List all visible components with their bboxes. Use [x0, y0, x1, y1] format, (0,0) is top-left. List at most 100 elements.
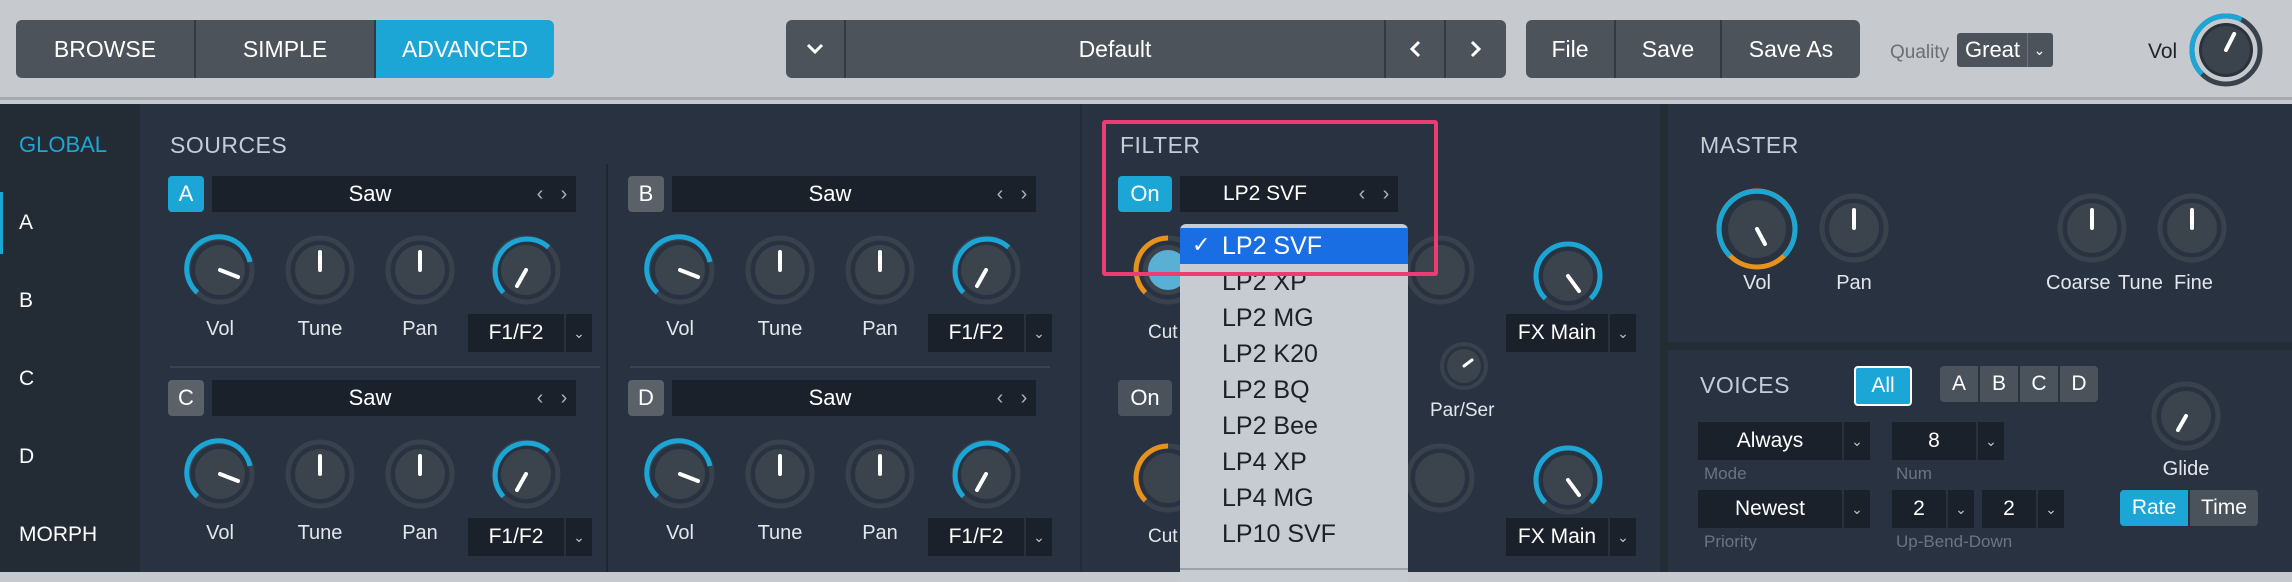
source-b-routing-knob[interactable] — [946, 230, 1026, 310]
filter-2-cutoff-label: Cut — [1148, 526, 1178, 547]
voice-mode-select[interactable]: Always ⌄ — [1698, 422, 1870, 460]
source-a-routing-select[interactable]: F1/F2 ⌄ — [468, 314, 592, 352]
source-a-routing-knob[interactable] — [486, 230, 566, 310]
source-b-pan-knob[interactable] — [840, 230, 920, 310]
source-c-tune-knob[interactable] — [280, 434, 360, 514]
rate-button[interactable]: Rate — [2120, 490, 2188, 526]
down-bend-select[interactable]: 2 ⌄ — [1982, 490, 2064, 528]
voices-b-button[interactable]: B — [1980, 366, 2018, 402]
source-d-routing-knob[interactable] — [946, 434, 1026, 514]
dropdown-option[interactable]: LP2 K20 — [1180, 336, 1408, 372]
filter-1-fx-value: FX Main — [1517, 321, 1597, 344]
quality-select[interactable]: Great ⌄ — [1957, 33, 2053, 67]
chevron-down-icon: ⌄ — [564, 314, 592, 352]
preset-menu-button[interactable] — [786, 20, 846, 78]
source-b-routing-select[interactable]: F1/F2 ⌄ — [928, 314, 1052, 352]
glide-label: Glide — [2162, 458, 2210, 480]
source-c-badge[interactable]: C — [168, 380, 204, 416]
up-bend-select[interactable]: 2 ⌄ — [1892, 490, 1974, 528]
master-volume-knob[interactable] — [2186, 10, 2266, 90]
preset-next-button[interactable] — [1446, 20, 1506, 78]
preset-prev-button[interactable] — [1386, 20, 1446, 78]
source-a-vol-knob[interactable] — [180, 230, 260, 310]
browse-button[interactable]: BROWSE — [16, 20, 196, 78]
chevron-down-icon: ⌄ — [1976, 422, 2004, 460]
source-a-tune-knob[interactable] — [280, 230, 360, 310]
chevron-right-icon[interactable]: › — [552, 183, 576, 206]
voices-all-button[interactable]: All — [1854, 366, 1912, 406]
source-b-tune-knob[interactable] — [740, 230, 820, 310]
master-fine-knob[interactable] — [2152, 188, 2232, 268]
voice-priority-label: Priority — [1704, 532, 1757, 551]
advanced-button[interactable]: ADVANCED — [376, 20, 554, 78]
source-c-pan-knob[interactable] — [380, 434, 460, 514]
voices-a-button[interactable]: A — [1940, 366, 1978, 402]
filter-1-fx-knob[interactable] — [1528, 236, 1608, 316]
chevron-down-icon — [806, 43, 824, 55]
nav-d[interactable]: D — [0, 426, 136, 488]
source-c-routing-value: F1/F2 — [488, 525, 544, 548]
file-button[interactable]: File — [1526, 20, 1616, 78]
chevron-right-icon[interactable]: › — [1012, 387, 1036, 410]
par-ser-knob[interactable] — [1436, 338, 1492, 394]
preset-name[interactable]: Default — [846, 20, 1386, 78]
glide-knob[interactable] — [2146, 376, 2226, 456]
filter-2-fx-knob[interactable] — [1528, 440, 1608, 520]
filter-2-fx-select[interactable]: FX Main ⌄ — [1506, 518, 1636, 556]
source-c-vol-knob[interactable] — [180, 434, 260, 514]
dropdown-option[interactable]: LP10 SVF — [1180, 516, 1408, 552]
dropdown-option[interactable]: LP4 XP — [1180, 444, 1408, 480]
source-d-routing-select[interactable]: F1/F2 ⌄ — [928, 518, 1052, 556]
dropdown-option[interactable]: LP2 BQ — [1180, 372, 1408, 408]
filter-1-fx-select[interactable]: FX Main ⌄ — [1506, 314, 1636, 352]
chevron-left-icon[interactable]: ‹ — [528, 387, 552, 410]
source-d-wave-select[interactable]: Saw ‹ › — [672, 380, 1036, 416]
voice-num-select[interactable]: 8 ⌄ — [1892, 422, 2004, 460]
source-d-vol-knob[interactable] — [640, 434, 720, 514]
save-button[interactable]: Save — [1616, 20, 1722, 78]
chevron-left-icon[interactable]: ‹ — [988, 387, 1012, 410]
source-c-wave-select[interactable]: Saw ‹ › — [212, 380, 576, 416]
master-coarse-knob[interactable] — [2052, 188, 2132, 268]
nav-morph[interactable]: MORPH — [0, 504, 136, 566]
dropdown-option[interactable]: LP2 MG — [1180, 300, 1408, 336]
master-pan-knob[interactable] — [1814, 188, 1894, 268]
simple-button[interactable]: SIMPLE — [196, 20, 376, 78]
source-c-tune-label: Tune — [297, 522, 343, 544]
source-a-routing-value: F1/F2 — [488, 321, 544, 344]
voice-priority-select[interactable]: Newest ⌄ — [1698, 490, 1870, 528]
chevron-left-icon[interactable]: ‹ — [988, 183, 1012, 206]
source-c-routing-select[interactable]: F1/F2 ⌄ — [468, 518, 592, 556]
nav-c[interactable]: C — [0, 348, 136, 410]
voices-c-button[interactable]: C — [2020, 366, 2058, 402]
source-d-tune-knob[interactable] — [740, 434, 820, 514]
source-d-pan-knob[interactable] — [840, 434, 920, 514]
save-as-button[interactable]: Save As — [1722, 20, 1860, 78]
source-b-routing-value: F1/F2 — [948, 321, 1004, 344]
chevron-right-icon[interactable]: › — [552, 387, 576, 410]
source-a-badge[interactable]: A — [168, 176, 204, 212]
nav-b[interactable]: B — [0, 270, 136, 332]
nav-global[interactable]: GLOBAL — [0, 114, 136, 176]
filter-2-res-knob[interactable] — [1400, 438, 1480, 518]
source-c-routing-knob[interactable] — [486, 434, 566, 514]
quality-value: Great — [1965, 37, 2021, 62]
source-c-pan-label: Pan — [402, 522, 438, 544]
source-d-badge[interactable]: D — [628, 380, 664, 416]
source-b-vol-knob[interactable] — [640, 230, 720, 310]
chevron-left-icon[interactable]: ‹ — [528, 183, 552, 206]
filter-2-on-button[interactable]: On — [1118, 380, 1172, 416]
chevron-right-icon[interactable]: › — [1012, 183, 1036, 206]
source-b-wave-select[interactable]: Saw ‹ › — [672, 176, 1036, 212]
nav-a[interactable]: A — [0, 192, 136, 254]
source-a-pan-label: Pan — [402, 318, 438, 340]
source-a-pan-knob[interactable] — [380, 230, 460, 310]
dropdown-option[interactable]: LP4 MG — [1180, 480, 1408, 516]
source-a-wave-select[interactable]: Saw ‹ › — [212, 176, 576, 212]
dropdown-option[interactable]: LP2 Bee — [1180, 408, 1408, 444]
time-button[interactable]: Time — [2190, 490, 2258, 526]
mode-switcher: BROWSE SIMPLE ADVANCED — [16, 20, 554, 78]
source-b-badge[interactable]: B — [628, 176, 664, 212]
master-vol-knob[interactable] — [1712, 184, 1802, 274]
voices-d-button[interactable]: D — [2060, 366, 2098, 402]
